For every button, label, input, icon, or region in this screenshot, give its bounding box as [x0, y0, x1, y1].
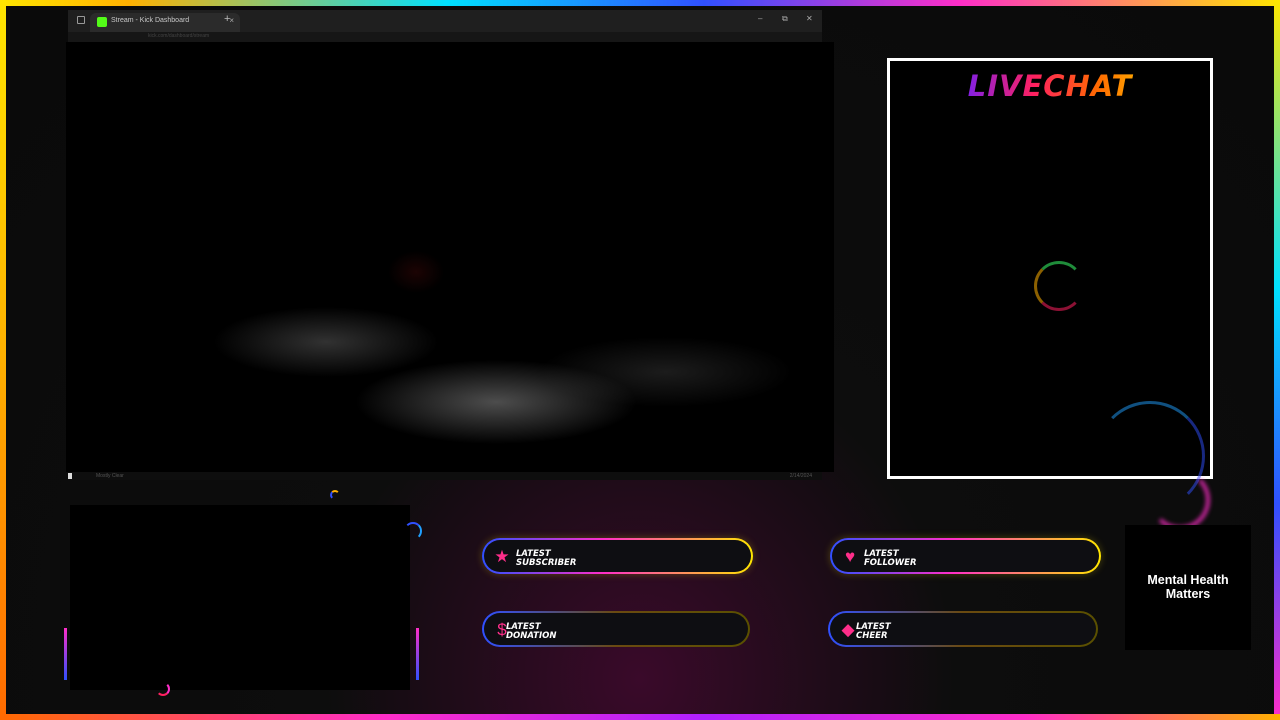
latest-donation-label: LATEST DONATION — [506, 622, 557, 641]
neon-ring-bottom-decoration — [156, 682, 170, 696]
new-tab-button[interactable]: + — [224, 13, 230, 25]
taskbar: Mostly Clear 2/14/2024 — [68, 472, 822, 480]
latest-follower-label: LATEST FOLLOWER — [864, 549, 917, 568]
loading-spinner-icon — [1034, 261, 1084, 311]
neon-line-right-decoration — [416, 628, 419, 680]
browser-content — [66, 42, 834, 472]
latest-follower-bar: ♥ LATEST FOLLOWER — [830, 538, 1101, 574]
latest-subscriber-bar: ★ LATEST SUBSCRIBER — [482, 538, 753, 574]
message-text: Mental Health Matters — [1147, 573, 1229, 601]
livechat-panel: LIVECHAT — [887, 58, 1213, 511]
browser-capture: Stream - Kick Dashboard × + – ⧉ ✕ kick.c… — [66, 10, 834, 480]
kick-favicon-icon — [97, 17, 107, 27]
tab-title: Stream - Kick Dashboard — [111, 17, 190, 24]
taskbar-weather: Mostly Clear — [96, 473, 124, 479]
neon-line-left-decoration — [64, 628, 67, 680]
diamond-icon: ◆ — [841, 620, 855, 639]
heart-icon: ♥ — [844, 547, 856, 566]
latest-donation-bar: $ LATEST DONATION — [482, 611, 750, 647]
start-icon[interactable] — [68, 473, 72, 479]
window-menu-icon[interactable] — [77, 16, 85, 24]
message-box: Mental Health Matters — [1125, 525, 1251, 650]
latest-cheer-bar: ◆ LATEST CHEER — [828, 611, 1098, 647]
browser-tab-bar: Stream - Kick Dashboard × + – ⧉ ✕ — [68, 10, 822, 32]
minimize-button[interactable]: – — [758, 14, 762, 23]
star-icon: ★ — [494, 547, 510, 566]
webcam-frame — [70, 505, 410, 690]
livechat-title: LIVECHAT — [890, 69, 1210, 103]
tab-kick-dashboard[interactable]: Stream - Kick Dashboard × — [90, 13, 240, 32]
neon-ring-small-decoration — [404, 522, 422, 540]
frame-right-edge — [1274, 0, 1280, 720]
address-text: kick.com/dashboard/stream — [148, 33, 210, 39]
frame-bottom-edge — [0, 714, 1280, 720]
taskbar-clock: 2/14/2024 — [789, 473, 812, 479]
neon-spark-decoration — [330, 490, 340, 500]
latest-cheer-label: LATEST CHEER — [856, 622, 891, 641]
restore-button[interactable]: ⧉ — [782, 14, 788, 24]
latest-subscriber-label: LATEST SUBSCRIBER — [516, 549, 577, 568]
neon-glow-decoration — [1150, 470, 1210, 530]
close-window-button[interactable]: ✕ — [806, 14, 813, 23]
address-bar[interactable]: kick.com/dashboard/stream — [68, 32, 822, 42]
